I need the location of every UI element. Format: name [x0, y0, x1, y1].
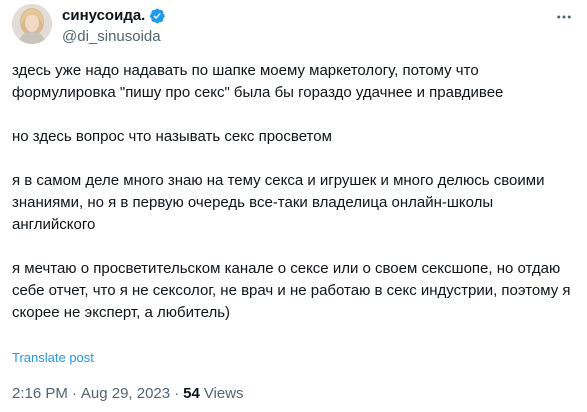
avatar[interactable]: [12, 4, 52, 44]
tweet-paragraph: я мечтаю о просветительском канале о сек…: [12, 260, 571, 321]
post-time[interactable]: 2:16 PM: [12, 384, 68, 404]
verified-badge-icon[interactable]: [148, 7, 166, 25]
tweet-paragraph: но здесь вопрос что называть секс просве…: [12, 128, 332, 145]
tweet-meta: 2:16 PM · Aug 29, 2023 · 54 Views: [12, 384, 244, 404]
tweet-paragraph: здесь уже надо надавать по шапке моему м…: [12, 62, 504, 101]
post-date[interactable]: Aug 29, 2023: [81, 384, 170, 404]
tweet: синусоида. @di_sinusoida здесь уже надо …: [0, 0, 587, 412]
more-options-icon[interactable]: [553, 6, 575, 28]
views-label[interactable]: Views: [204, 384, 244, 404]
name-row: синусоида.: [62, 6, 166, 26]
views-count[interactable]: 54: [183, 384, 200, 404]
meta-separator: ·: [71, 385, 77, 402]
tweet-text: здесь уже надо надавать по шапке моему м…: [12, 60, 572, 324]
author-handle[interactable]: @di_sinusoida: [62, 27, 166, 47]
tweet-header: синусоида. @di_sinusoida: [12, 4, 575, 48]
avatar-image: [12, 4, 52, 44]
display-name[interactable]: синусоида.: [62, 6, 145, 26]
tweet-paragraph: я в самом деле много знаю на тему секса …: [12, 172, 545, 233]
author-info: синусоида. @di_sinusoida: [62, 6, 166, 47]
translate-post-link[interactable]: Translate post: [12, 350, 94, 366]
meta-separator: ·: [174, 385, 180, 402]
